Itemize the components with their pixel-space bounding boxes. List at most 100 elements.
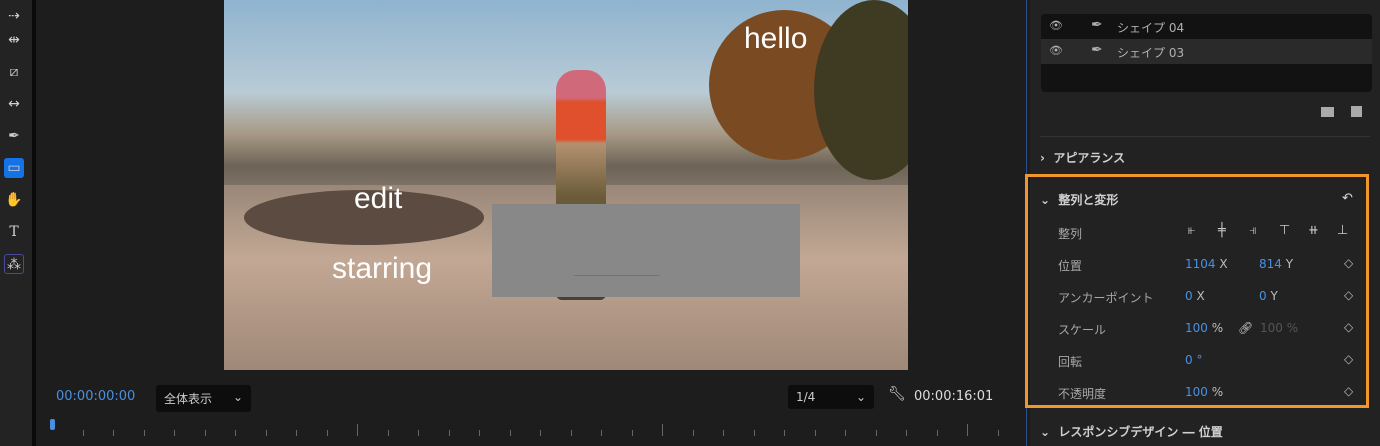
tools-panel: ⇢ ⇹ ⧄ ↔ ✒ ▭ ✋ T ⁂: [0, 0, 32, 446]
type-icon[interactable]: T: [4, 222, 24, 242]
ruler-tick: [875, 430, 877, 436]
chevron-down-icon: ⌄: [1040, 425, 1059, 439]
layer-item[interactable]: 👁︎ ✒ シェイプ 03: [1041, 39, 1372, 64]
keyframe-diamond-icon[interactable]: ◇: [1344, 384, 1353, 398]
shape-rectangle[interactable]: [492, 204, 800, 297]
folder-icon[interactable]: [1321, 107, 1334, 117]
align-center-horizontal-icon[interactable]: ╪: [1218, 223, 1226, 238]
position-label: 位置: [1058, 259, 1083, 273]
keyframe-diamond-icon[interactable]: ◇: [1344, 256, 1353, 270]
eye-icon[interactable]: 👁︎: [1049, 44, 1063, 57]
zoom-level-select[interactable]: 全体表示 ⌄: [156, 385, 251, 412]
track-select-forward-icon[interactable]: ⇢: [4, 6, 24, 26]
overlay-text-edit[interactable]: edit: [354, 182, 402, 216]
ruler-tick: [662, 424, 663, 436]
wrench-icon[interactable]: 🔧︎: [888, 386, 906, 402]
zoom-level-value: 全体表示: [164, 392, 213, 406]
ruler-tick: [204, 430, 206, 436]
rotation-label: 回転: [1058, 355, 1083, 369]
current-timecode[interactable]: 00:00:00:00: [56, 389, 135, 404]
anchor-x-value[interactable]: 0: [1185, 289, 1193, 303]
resolution-select[interactable]: 1/4 ⌄: [788, 385, 874, 409]
pen-icon: ✒: [1091, 42, 1103, 58]
scale-value[interactable]: 100: [1185, 321, 1208, 335]
align-top-icon[interactable]: ⊤: [1279, 223, 1290, 238]
pen-icon[interactable]: ✒: [4, 126, 24, 146]
scale-label: スケール: [1058, 323, 1107, 337]
overlay-text-starring[interactable]: starring: [332, 252, 432, 286]
anchor-y-value[interactable]: 0: [1259, 289, 1267, 303]
chevron-down-icon: ⌄: [1040, 193, 1059, 207]
reset-icon[interactable]: ↶: [1342, 191, 1353, 206]
pen-icon: ✒: [1091, 17, 1103, 33]
opacity-value[interactable]: 100: [1185, 385, 1208, 399]
align-right-icon[interactable]: ⫣: [1249, 223, 1257, 238]
ruler-tick: [82, 430, 84, 436]
y-unit: Y: [1270, 289, 1278, 303]
position-y-value[interactable]: 814: [1259, 257, 1282, 271]
ruler-tick: [479, 430, 480, 436]
section-title: 整列と変形: [1058, 193, 1119, 207]
position-x-value[interactable]: 1104: [1185, 257, 1216, 271]
align-row: 整列 ⫦ ╪ ⫣ ⊤ ⧺ ⊥: [1058, 223, 1368, 243]
layer-list: 👁︎ ✒ シェイプ 04 👁︎ ✒ シェイプ 03: [1041, 14, 1372, 92]
layer-item[interactable]: 👁︎ ✒ シェイプ 04: [1041, 14, 1372, 39]
ruler-tick: [570, 430, 572, 436]
align-left-icon[interactable]: ⫦: [1188, 223, 1195, 238]
percent-unit: %: [1211, 385, 1224, 399]
time-ruler[interactable]: [52, 424, 1002, 436]
razor-icon[interactable]: ⧄: [4, 62, 24, 82]
ruler-tick: [814, 430, 816, 436]
transform-section-header[interactable]: ⌄ 整列と変形: [1040, 191, 1118, 208]
anchor-row: アンカーポイント 0 X 0 Y ◇: [1058, 287, 1368, 307]
section-title: アピアランス: [1053, 151, 1126, 165]
ruler-tick: [692, 430, 694, 436]
ruler-tick: [906, 430, 907, 436]
slip-icon[interactable]: ↔: [4, 94, 24, 114]
keyframe-diamond-icon[interactable]: ◇: [1344, 288, 1353, 302]
chevron-down-icon: ⌄: [855, 390, 866, 404]
overlay-text-hello[interactable]: hello: [744, 22, 807, 56]
keyframe-diamond-icon[interactable]: ◇: [1344, 352, 1353, 366]
align-bottom-icon[interactable]: ⊥: [1337, 223, 1348, 238]
ruler-tick: [753, 430, 755, 436]
playhead[interactable]: [50, 419, 55, 430]
ruler-tick: [296, 430, 297, 436]
ruler-tick: [509, 430, 511, 436]
section-title: レスポンシブデザイン ― 位置: [1058, 425, 1223, 439]
ruler-tick: [448, 430, 450, 436]
hand-icon[interactable]: ✋: [4, 190, 24, 210]
ruler-tick: [387, 430, 389, 436]
remix-icon[interactable]: ⁂: [4, 254, 24, 274]
link-icon[interactable]: 🔗︎: [1238, 321, 1253, 335]
chevron-down-icon: ⌄: [232, 390, 243, 404]
ruler-tick: [113, 430, 114, 436]
ripple-edit-icon[interactable]: ⇹: [4, 30, 24, 50]
new-layer-icon[interactable]: [1351, 106, 1362, 117]
shape-line: [574, 275, 660, 276]
ruler-tick: [540, 430, 541, 436]
video-frame[interactable]: hello edit starring: [224, 0, 908, 370]
eye-icon[interactable]: 👁︎: [1049, 19, 1063, 32]
rectangle-tool-icon[interactable]: ▭: [4, 158, 24, 178]
scale-linked-value: 100 %: [1260, 321, 1299, 335]
ruler-tick: [418, 430, 419, 436]
align-center-vertical-icon[interactable]: ⧺: [1308, 223, 1319, 238]
ruler-tick: [265, 430, 267, 436]
keyframe-diamond-icon[interactable]: ◇: [1344, 320, 1353, 334]
position-row: 位置 1104 X 814 Y ◇: [1058, 255, 1368, 275]
chevron-right-icon: ›: [1040, 151, 1054, 165]
responsive-design-section-header[interactable]: ⌄ レスポンシブデザイン ― 位置: [1040, 423, 1223, 440]
ruler-tick: [357, 424, 358, 436]
percent-unit: %: [1211, 321, 1224, 335]
ruler-tick: [845, 430, 846, 436]
ruler-tick: [936, 430, 938, 436]
ruler-tick: [723, 430, 724, 436]
rotation-value[interactable]: 0: [1185, 353, 1193, 367]
ruler-tick: [601, 430, 602, 436]
ruler-tick: [174, 430, 175, 436]
x-unit: X: [1219, 257, 1228, 271]
scale-row: スケール 100 % 🔗︎ 100 % ◇: [1058, 319, 1368, 339]
appearance-section-header[interactable]: › アピアランス: [1040, 149, 1125, 166]
ruler-tick: [631, 430, 633, 436]
